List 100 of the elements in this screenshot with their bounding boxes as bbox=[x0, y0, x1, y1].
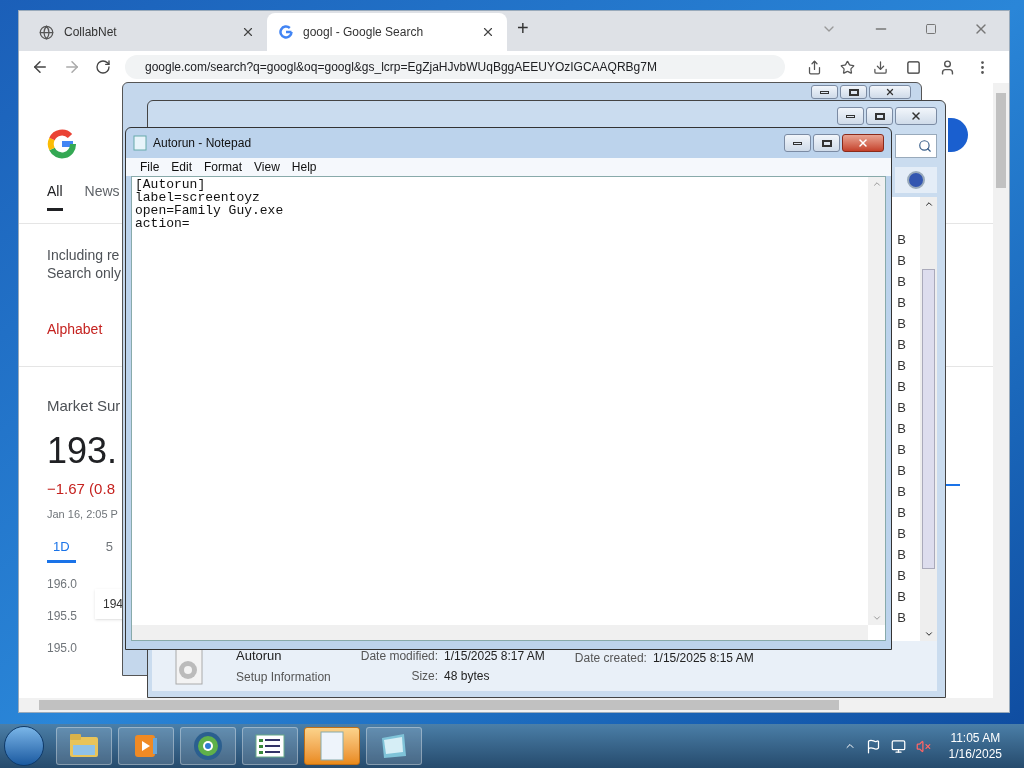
detail-label: Date created: bbox=[574, 650, 647, 667]
share-icon[interactable] bbox=[807, 59, 822, 75]
close-icon[interactable] bbox=[241, 25, 255, 39]
detail-label: Size: bbox=[410, 668, 439, 685]
document-icon bbox=[320, 731, 344, 761]
size-cell-text: B bbox=[897, 231, 906, 249]
size-cell-text: B bbox=[897, 420, 906, 438]
size-cell-text: B bbox=[897, 357, 906, 375]
chart-line bbox=[946, 484, 960, 486]
scrollbar[interactable] bbox=[993, 83, 1009, 712]
scrollbar[interactable] bbox=[920, 197, 937, 641]
search-field[interactable] bbox=[895, 134, 937, 158]
clock-date[interactable]: 1/16/2025 bbox=[948, 746, 1002, 762]
size-cell-text: B bbox=[897, 441, 906, 459]
search-button[interactable] bbox=[948, 118, 968, 152]
minimize-button[interactable] bbox=[811, 85, 838, 99]
menu-item[interactable]: Help bbox=[285, 158, 323, 176]
timestamp: Jan 16, 2:05 P bbox=[47, 507, 118, 522]
close-button[interactable] bbox=[895, 107, 937, 125]
size-cell-text: B bbox=[897, 483, 906, 501]
menu-item[interactable]: File bbox=[134, 158, 166, 176]
size-cell-text: B bbox=[897, 294, 906, 312]
horizontal-scrollbar[interactable] bbox=[132, 625, 868, 640]
media-player-icon bbox=[133, 733, 159, 759]
detail-value: 48 bytes bbox=[444, 668, 491, 685]
size-cell-text: B bbox=[897, 525, 906, 543]
window-title: Autorun - Notepad bbox=[153, 135, 253, 152]
size-cell-text: B bbox=[897, 609, 906, 627]
clock-time[interactable]: 11:05 AM bbox=[950, 730, 1001, 746]
axis-label: 195.5 bbox=[47, 608, 78, 625]
search-icon bbox=[918, 139, 932, 153]
file-type: Setup Information bbox=[236, 668, 331, 686]
detail-value: 1/15/2025 8:17 AM bbox=[444, 648, 545, 665]
network-icon[interactable] bbox=[890, 738, 906, 754]
start-button[interactable] bbox=[4, 726, 44, 766]
menu-item[interactable]: Edit bbox=[165, 158, 199, 176]
maximize-icon[interactable] bbox=[925, 23, 937, 35]
close-icon bbox=[885, 87, 895, 97]
folder-icon bbox=[69, 733, 99, 759]
maximize-button[interactable] bbox=[866, 107, 893, 125]
new-tab-button[interactable]: + bbox=[517, 13, 529, 43]
size-cell-text: B bbox=[897, 315, 906, 333]
list-icon bbox=[255, 734, 285, 758]
text-line: [Autorun] bbox=[135, 178, 206, 191]
close-button[interactable] bbox=[869, 85, 911, 99]
range-tab[interactable]: 1D bbox=[47, 536, 76, 563]
tab-title: CollabNet bbox=[64, 24, 118, 41]
download-icon[interactable] bbox=[873, 59, 888, 75]
star-icon[interactable] bbox=[840, 59, 855, 75]
help-icon[interactable] bbox=[907, 171, 925, 189]
price-change: −1.67 (0.8 bbox=[47, 478, 115, 499]
sidebar-icon[interactable] bbox=[906, 59, 921, 75]
search-tab[interactable]: All bbox=[47, 181, 63, 211]
axis-label: 196.0 bbox=[47, 576, 78, 593]
maximize-button[interactable] bbox=[840, 85, 867, 99]
reload-icon[interactable] bbox=[95, 59, 111, 75]
close-icon[interactable] bbox=[481, 25, 495, 39]
detail-label: Date modified: bbox=[360, 648, 439, 665]
detail-value: 1/15/2025 8:15 AM bbox=[652, 650, 754, 667]
scroll-up-icon[interactable] bbox=[923, 199, 934, 209]
minimize-button[interactable] bbox=[837, 107, 864, 125]
search-tab[interactable]: News bbox=[84, 181, 120, 211]
size-cell-text: B bbox=[897, 399, 906, 417]
range-tab[interactable]: 5 bbox=[99, 536, 119, 563]
size-cell-text: B bbox=[897, 273, 906, 291]
size-cell-text: B bbox=[897, 588, 906, 606]
notice-text: Including re bbox=[47, 246, 120, 264]
size-cell-text: B bbox=[897, 462, 906, 480]
browser-tab[interactable]: CollabNet bbox=[27, 13, 267, 51]
horizontal-scrollbar[interactable] bbox=[19, 698, 993, 712]
globe-icon bbox=[193, 731, 223, 761]
axis-label: 195.0 bbox=[47, 640, 78, 657]
size-cell-text: B bbox=[897, 567, 906, 585]
menu-item[interactable]: Format bbox=[198, 158, 249, 176]
stock-price: 193. bbox=[47, 428, 118, 473]
notice-text: Search only bbox=[47, 264, 121, 282]
profile-icon[interactable] bbox=[939, 58, 956, 76]
card-title: Market Sur bbox=[47, 396, 121, 416]
size-cell-text: B bbox=[897, 336, 906, 354]
size-cell-text: B bbox=[897, 546, 906, 564]
maximize-button[interactable] bbox=[813, 134, 840, 152]
size-cell-text: B bbox=[897, 252, 906, 270]
back-icon[interactable] bbox=[31, 58, 49, 76]
scroll-down-icon[interactable] bbox=[923, 629, 934, 639]
close-button[interactable] bbox=[842, 134, 884, 152]
text-line: open=Family Guy.exe bbox=[135, 204, 285, 217]
entity-link[interactable]: Alphabet bbox=[47, 320, 103, 338]
close-icon bbox=[910, 110, 922, 122]
text-line: label=screentoyz bbox=[135, 191, 261, 204]
menu-item[interactable]: View bbox=[248, 158, 286, 176]
notepad-icon bbox=[133, 135, 147, 151]
flag-icon[interactable] bbox=[865, 738, 881, 754]
g-logo-icon bbox=[47, 129, 77, 159]
size-cell-text: B bbox=[897, 378, 906, 396]
file-name: Autorun bbox=[236, 647, 283, 666]
browser-tab[interactable]: googl - Google Search bbox=[267, 13, 507, 51]
address-bar[interactable]: google.com/search?q=googl&oq=googl&gs_lcrp=EgZjaHJvbWUqBggAEEUYOzIGCAAQRBg7M bbox=[125, 55, 785, 79]
globe-icon bbox=[39, 24, 54, 40]
text-line: action= bbox=[135, 217, 190, 230]
minimize-button[interactable] bbox=[784, 134, 811, 152]
